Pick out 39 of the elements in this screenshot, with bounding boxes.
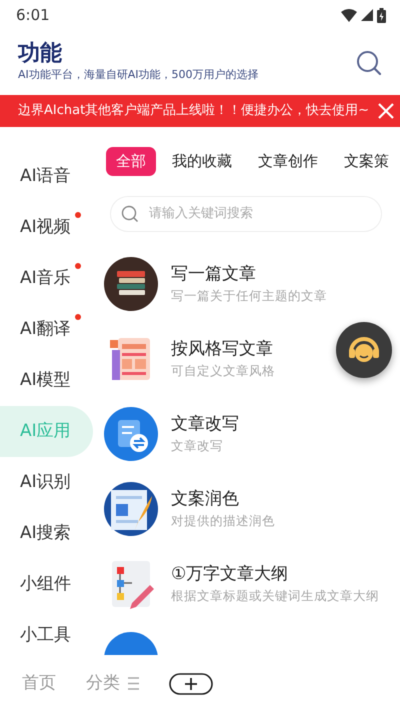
banner-text: 边界AIchat其他客户端产品上线啦！！便捷办公，快去使用~	[18, 102, 370, 120]
search-field[interactable]: 请输入关键词搜索	[110, 196, 382, 232]
page-title: 功能	[18, 41, 63, 68]
feature-description: 文章改写	[171, 437, 224, 456]
battery-icon	[377, 8, 386, 22]
category-tab[interactable]: 我的收藏	[162, 147, 242, 176]
sidebar-item[interactable]: AI模型	[0, 355, 93, 406]
status-time: 6:01	[16, 4, 50, 26]
document-swap-icon	[104, 407, 158, 461]
feature-title[interactable]: 文章改写	[171, 412, 239, 438]
feature-title[interactable]: 写一篇文章	[171, 262, 327, 288]
feature-title[interactable]: 按风格写文章	[171, 336, 275, 362]
feature-description: 可自定义文章风格	[171, 362, 275, 380]
books-icon	[104, 257, 158, 311]
signal-icon	[361, 9, 373, 21]
sidebar-item[interactable]: AI音乐	[0, 253, 93, 304]
sidebar-item[interactable]: AI语音	[0, 151, 93, 202]
sidebar-item[interactable]: 小组件	[0, 559, 93, 610]
document-leaf-icon	[104, 482, 158, 536]
sidebar-item[interactable]: AI视频	[0, 202, 93, 253]
add-button[interactable]	[169, 672, 213, 694]
category-tab[interactable]: 文案策	[334, 147, 399, 176]
sidebar-item[interactable]: 小工具	[0, 610, 93, 655]
sidebar-item[interactable]: AI搜索	[0, 508, 93, 559]
sidebar-item[interactable]: AI识别	[0, 457, 93, 508]
sidebar-item[interactable]: AI翻译	[0, 304, 93, 355]
wifi-icon	[341, 8, 357, 22]
feature-title[interactable]: ①万字文章大纲	[171, 562, 379, 588]
customer-service-icon[interactable]	[336, 322, 392, 378]
category-tab[interactable]: 文章创作	[248, 147, 328, 176]
search-icon	[121, 204, 139, 222]
feature-title[interactable]: 文案润色	[171, 486, 275, 512]
search-icon[interactable]	[356, 50, 382, 76]
feature-description: 写一篇关于任何主题的文章	[171, 287, 327, 306]
feature-description: 对提供的描述润色	[171, 512, 275, 530]
category-tab[interactable]: 全部	[106, 147, 156, 176]
feature-description: 根据文章标题或关键词生成文章大纲	[171, 587, 379, 606]
page-subtitle: AI功能平台，海量自研AI功能，500万用户的选择	[18, 67, 259, 84]
close-icon[interactable]	[378, 103, 394, 119]
